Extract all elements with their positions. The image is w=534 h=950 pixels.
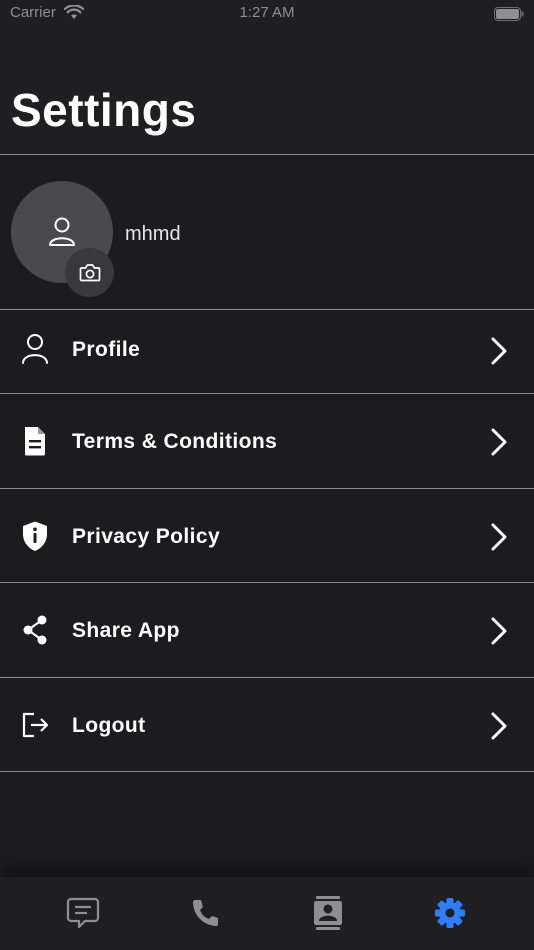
menu-item-profile[interactable]: Profile: [0, 310, 534, 392]
logout-icon: [20, 709, 50, 741]
camera-icon: [79, 264, 101, 282]
profile-card: mhmd: [0, 155, 534, 309]
chevron-right-icon: [488, 336, 510, 366]
divider: [0, 771, 534, 772]
menu-item-label: Privacy Policy: [72, 525, 221, 548]
chevron-right-icon: [488, 711, 510, 741]
status-time: 1:27 AM: [239, 4, 295, 21]
tab-settings[interactable]: [430, 893, 470, 933]
tab-chats[interactable]: [63, 893, 103, 933]
header: Settings: [0, 28, 534, 154]
avatar[interactable]: [11, 181, 114, 297]
phone-icon: [192, 899, 218, 926]
status-bar: Carrier 1:27 AM: [0, 0, 534, 28]
tab-bar: [0, 877, 534, 950]
menu-item-share[interactable]: Share App: [0, 583, 534, 677]
menu-item-logout[interactable]: Logout: [0, 678, 534, 772]
person-icon: [20, 333, 50, 365]
username: mhmd: [125, 223, 181, 245]
change-photo-button[interactable]: [65, 248, 114, 297]
avatar-person-icon: [48, 216, 76, 253]
tab-calls[interactable]: [185, 893, 225, 933]
menu-item-label: Logout: [72, 714, 146, 737]
settings-gear-icon: [435, 898, 465, 928]
document-icon: [20, 425, 50, 457]
menu-item-label: Profile: [72, 338, 141, 361]
chevron-right-icon: [488, 427, 510, 457]
shield-icon: [20, 520, 50, 552]
chevron-right-icon: [488, 522, 510, 552]
menu-item-label: Terms & Conditions: [72, 430, 278, 453]
menu-item-privacy[interactable]: Privacy Policy: [0, 489, 534, 583]
chat-icon: [66, 897, 100, 929]
tab-contacts[interactable]: [308, 893, 348, 933]
share-icon: [20, 614, 50, 646]
chevron-right-icon: [488, 616, 510, 646]
battery-icon: [494, 7, 524, 26]
menu-item-terms[interactable]: Terms & Conditions: [0, 394, 534, 488]
menu-item-label: Share App: [72, 619, 180, 642]
contacts-icon: [314, 896, 342, 930]
page-title: Settings: [11, 84, 197, 136]
settings-content: mhmd Profile Terms & Conditions Privacy …: [0, 155, 534, 877]
